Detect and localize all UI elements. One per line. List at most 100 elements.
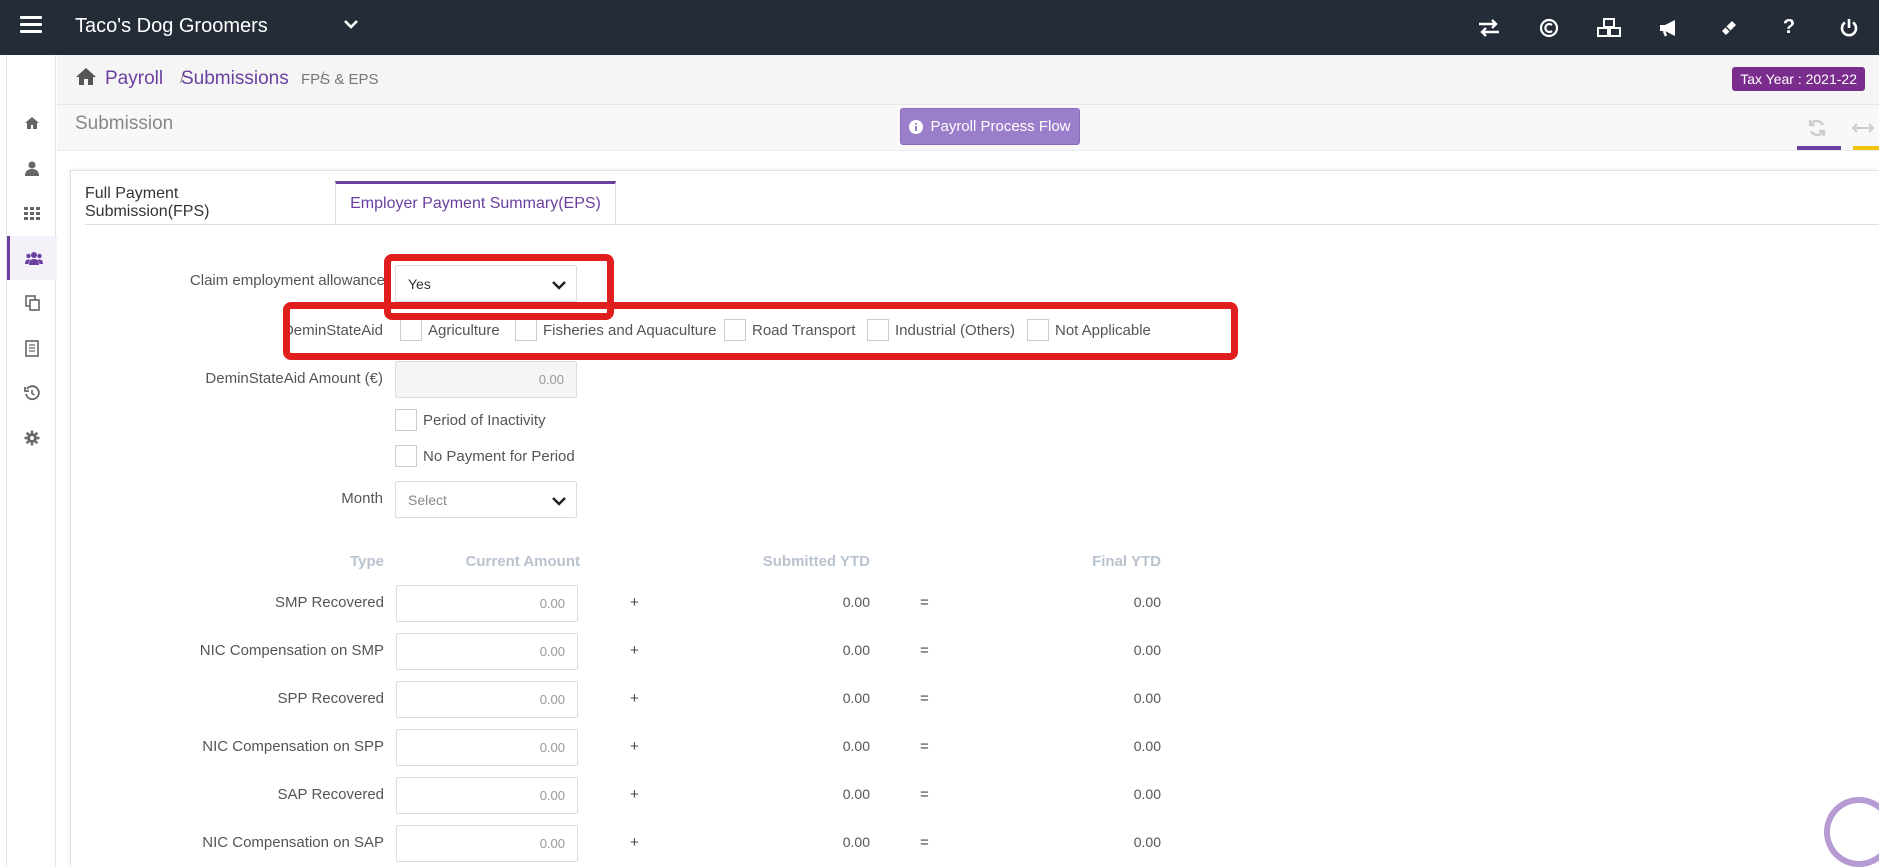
row-type: SMP Recovered xyxy=(275,594,384,611)
sidebar-user-icon[interactable] xyxy=(7,146,57,190)
sidebar-grid-icon[interactable] xyxy=(7,191,57,235)
submitted-ytd-value: 0.00 xyxy=(842,738,870,754)
column-header-final-ytd: Final YTD xyxy=(1092,553,1161,570)
demin-state-aid-amount-label: DeminStateAid Amount (€) xyxy=(205,370,383,387)
final-ytd-value: 0.00 xyxy=(1133,786,1161,802)
megaphone-icon[interactable] xyxy=(1639,0,1699,55)
sidebar-history-icon[interactable] xyxy=(7,371,57,415)
claim-employment-allowance-label: Claim employment allowance xyxy=(189,272,385,289)
tab-eps[interactable]: Employer Payment Summary(EPS) xyxy=(335,181,616,225)
plus-sign: + xyxy=(630,834,639,851)
month-select[interactable]: Select xyxy=(395,481,577,518)
plus-sign: + xyxy=(630,642,639,659)
tax-year-badge: Tax Year : 2021-22 xyxy=(1732,67,1865,91)
menu-icon[interactable] xyxy=(20,16,42,36)
breadcrumb-payroll[interactable]: Payroll xyxy=(105,68,163,90)
top-navbar: Taco's Dog Groomers ? xyxy=(0,0,1879,55)
period-of-inactivity-label: Period of Inactivity xyxy=(423,412,546,429)
final-ytd-value: 0.00 xyxy=(1133,834,1161,850)
final-ytd-value: 0.00 xyxy=(1133,642,1161,658)
fisheries-checkbox[interactable] xyxy=(515,319,537,341)
industrial-others-checkbox[interactable] xyxy=(867,319,889,341)
current-amount-input[interactable]: 0.00 xyxy=(396,633,578,670)
submitted-ytd-value: 0.00 xyxy=(842,690,870,706)
plus-sign: + xyxy=(630,594,639,611)
power-icon[interactable] xyxy=(1819,0,1879,55)
payroll-process-flow-button[interactable]: Payroll Process Flow xyxy=(900,108,1080,145)
equals-sign: = xyxy=(920,738,929,755)
industrial-others-label: Industrial (Others) xyxy=(895,322,1016,339)
home-icon[interactable] xyxy=(75,67,97,91)
left-sidebar xyxy=(6,55,57,867)
row-type: SPP Recovered xyxy=(277,690,384,707)
month-label: Month xyxy=(341,490,383,507)
sidebar-document-icon[interactable] xyxy=(7,326,57,370)
claim-employment-allowance-value: Yes xyxy=(408,275,431,292)
current-amount-input[interactable]: 0.00 xyxy=(396,777,578,814)
sidebar-home-icon[interactable] xyxy=(7,101,57,145)
equals-sign: = xyxy=(920,834,929,851)
equals-sign: = xyxy=(920,642,929,659)
submitted-ytd-value: 0.00 xyxy=(842,642,870,658)
row-type: NIC Compensation on SMP xyxy=(199,642,384,659)
final-ytd-value: 0.00 xyxy=(1133,594,1161,610)
no-payment-label: No Payment for Period xyxy=(423,448,575,465)
submitted-ytd-value: 0.00 xyxy=(842,834,870,850)
column-header-type: Type xyxy=(350,553,384,570)
current-amount-input[interactable]: 0.00 xyxy=(396,585,578,622)
equals-sign: = xyxy=(920,690,929,707)
fisheries-label: Fisheries and Aquaculture xyxy=(543,322,717,339)
swap-icon[interactable] xyxy=(1459,0,1519,55)
sidebar-gear-icon[interactable] xyxy=(7,416,57,460)
chevron-down-icon xyxy=(552,278,566,294)
expand-icon[interactable] xyxy=(1847,113,1879,150)
final-ytd-value: 0.00 xyxy=(1133,690,1161,706)
tab-divider xyxy=(85,224,1879,225)
chevron-down-icon[interactable] xyxy=(343,16,359,37)
chevron-down-icon xyxy=(552,494,566,510)
demin-state-aid-amount-input[interactable]: 0.00 xyxy=(395,361,577,398)
road-transport-label: Road Transport xyxy=(752,322,856,339)
plus-sign: + xyxy=(630,786,639,803)
row-type: NIC Compensation on SAP xyxy=(202,834,384,851)
claim-employment-allowance-select[interactable]: Yes xyxy=(395,265,577,302)
not-applicable-label: Not Applicable xyxy=(1055,322,1151,339)
sidebar-copy-icon[interactable] xyxy=(7,281,57,325)
row-type: SAP Recovered xyxy=(277,786,384,803)
info-icon xyxy=(909,119,924,134)
plus-sign: + xyxy=(630,738,639,755)
breadcrumb: Payroll / Submissions / FPS & EPS Tax Ye… xyxy=(57,55,1879,105)
not-applicable-checkbox[interactable] xyxy=(1027,319,1049,341)
current-amount-input[interactable]: 0.00 xyxy=(396,681,578,718)
cubes-icon[interactable] xyxy=(1579,0,1639,55)
payroll-process-flow-label: Payroll Process Flow xyxy=(930,118,1071,135)
current-amount-input[interactable]: 0.00 xyxy=(396,729,578,766)
breadcrumb-current: FPS & EPS xyxy=(301,71,379,88)
submitted-ytd-value: 0.00 xyxy=(842,594,870,610)
plus-sign: + xyxy=(630,690,639,707)
refresh-icon[interactable] xyxy=(1797,113,1841,150)
column-header-submitted-ytd: Submitted YTD xyxy=(762,553,870,570)
month-select-value: Select xyxy=(408,491,447,508)
page-header: Submission Payroll Process Flow xyxy=(57,105,1879,151)
period-of-inactivity-checkbox[interactable] xyxy=(395,409,417,431)
final-ytd-value: 0.00 xyxy=(1133,738,1161,754)
current-amount-input[interactable]: 0.00 xyxy=(396,825,578,862)
submitted-ytd-value: 0.00 xyxy=(842,786,870,802)
agriculture-checkbox[interactable] xyxy=(400,319,422,341)
tab-fps[interactable]: Full Payment Submission(FPS) xyxy=(85,181,305,225)
sidebar-users-icon[interactable] xyxy=(7,236,57,280)
no-payment-checkbox[interactable] xyxy=(395,445,417,467)
row-type: NIC Compensation on SPP xyxy=(202,738,384,755)
page-title: Submission xyxy=(75,113,174,134)
company-name: Taco's Dog Groomers xyxy=(75,15,268,37)
breadcrumb-submissions[interactable]: Submissions xyxy=(181,68,289,90)
demin-state-aid-label: DeminStateAid xyxy=(282,322,383,339)
ticket-icon[interactable] xyxy=(1699,0,1759,55)
currency-icon[interactable] xyxy=(1519,0,1579,55)
help-icon[interactable]: ? xyxy=(1759,0,1819,55)
equals-sign: = xyxy=(920,594,929,611)
road-transport-checkbox[interactable] xyxy=(724,319,746,341)
equals-sign: = xyxy=(920,786,929,803)
column-header-current-amount: Current Amount xyxy=(465,553,580,570)
